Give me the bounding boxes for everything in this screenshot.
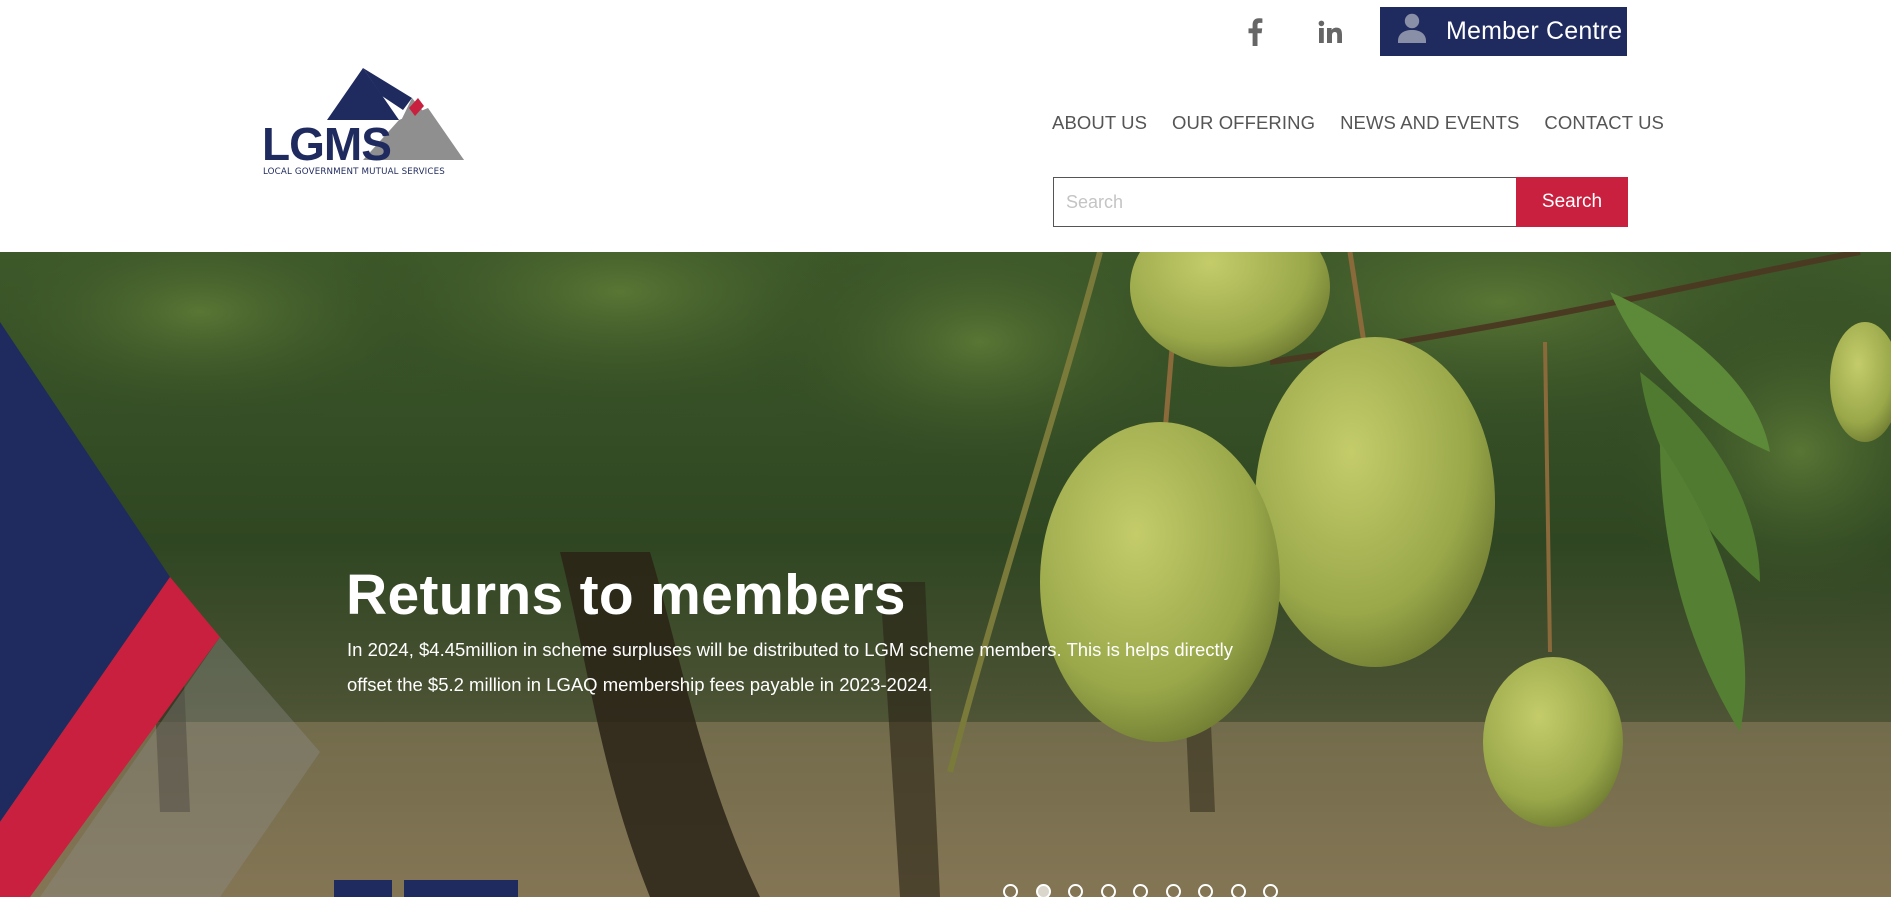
carousel-dot[interactable] [1100, 884, 1116, 897]
member-centre-button[interactable]: Member Centre [1380, 7, 1627, 56]
carousel-dots [1003, 884, 1296, 897]
user-icon [1398, 13, 1426, 43]
hero-background-image [0, 252, 1891, 897]
main-nav: ABOUT US OUR OFFERING NEWS AND EVENTS CO… [1052, 110, 1664, 136]
hero-action-button[interactable] [334, 880, 392, 897]
linkedin-icon [1318, 20, 1342, 43]
nav-about-us[interactable]: ABOUT US [1052, 112, 1147, 134]
member-centre-label: Member Centre [1446, 17, 1623, 45]
carousel-dot[interactable] [1068, 884, 1083, 897]
logo-tagline: LOCAL GOVERNMENT MUTUAL SERVICES [263, 167, 445, 177]
linkedin-link[interactable] [1310, 12, 1350, 52]
hero-title: Returns to members [346, 563, 906, 627]
nav-news-and-events[interactable]: NEWS AND EVENTS [1340, 112, 1519, 134]
carousel-dot[interactable] [1133, 884, 1148, 897]
carousel-dot[interactable] [1003, 884, 1018, 897]
search-input[interactable] [1053, 177, 1517, 227]
carousel-dot[interactable] [1263, 884, 1278, 897]
nav-contact-us[interactable]: CONTACT US [1544, 112, 1664, 134]
nav-our-offering[interactable]: OUR OFFERING [1172, 112, 1315, 134]
top-bar: Member Centre [0, 0, 1891, 64]
carousel-dot[interactable] [1165, 884, 1181, 897]
carousel-dot[interactable] [1230, 884, 1246, 897]
carousel-dot[interactable] [1035, 884, 1051, 897]
logo-mark: LGMS [262, 68, 464, 170]
lgms-logo[interactable]: LGMS LOCAL GOVERNMENT MUTUAL SERVICES [262, 68, 464, 180]
search-button[interactable]: Search [1516, 177, 1628, 227]
hero-description: In 2024, $4.45million in scheme surpluse… [347, 639, 1233, 695]
hero-banner: Returns to members In 2024, $4.45million… [0, 252, 1891, 897]
facebook-icon [1248, 18, 1263, 46]
logo-wordmark: LGMS [262, 118, 391, 168]
facebook-link[interactable] [1235, 12, 1275, 52]
carousel-dot[interactable] [1198, 884, 1213, 897]
hero-secondary-button[interactable] [404, 880, 518, 897]
